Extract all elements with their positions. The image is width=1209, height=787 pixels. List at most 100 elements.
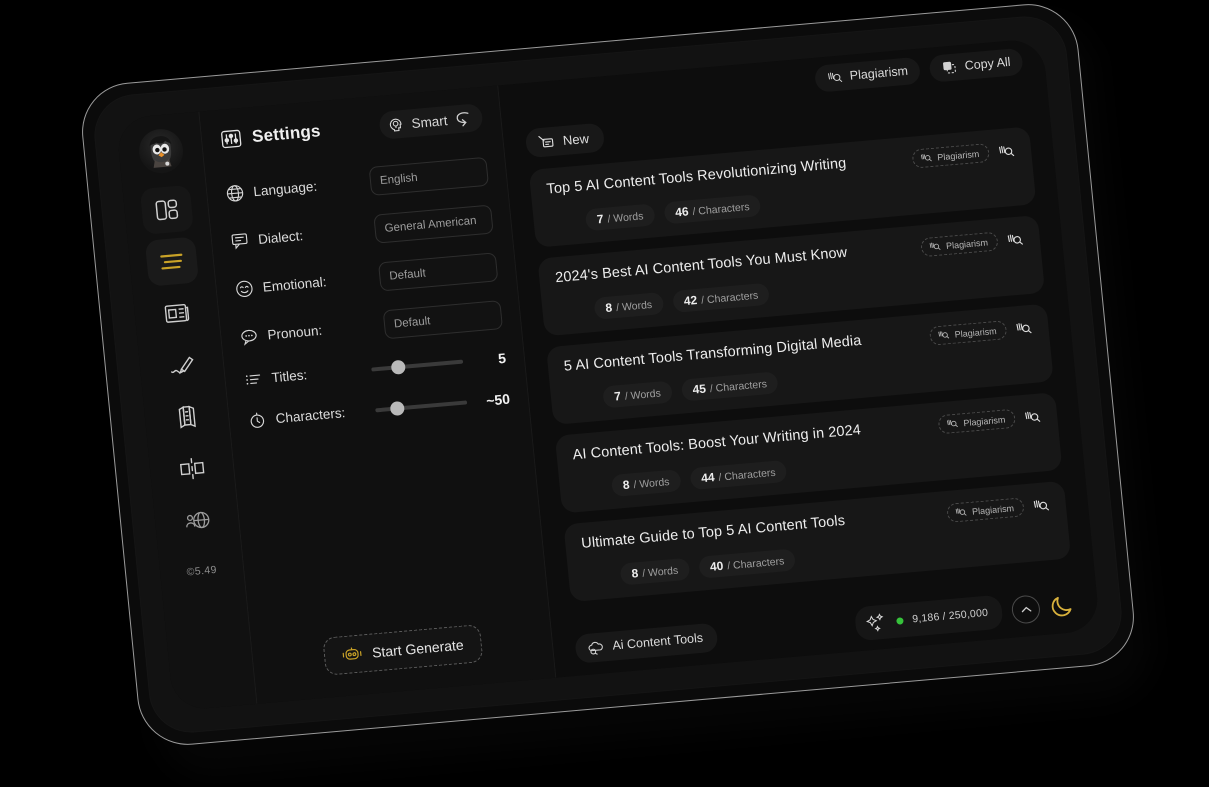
- usage-text: 9,186 / 250,000: [911, 606, 989, 626]
- sidebar-item-dashboard[interactable]: [139, 184, 194, 235]
- chevron-up-icon: [1019, 604, 1033, 615]
- smiley-icon: [234, 279, 255, 300]
- characters-chip: 45 / Characters: [680, 371, 779, 402]
- characters-chip: 44 / Characters: [689, 459, 788, 491]
- card-plagiarism-label: Plagiarism: [936, 148, 980, 162]
- setting-label-emotional: Emotional:: [262, 274, 328, 295]
- words-label: / Words: [633, 476, 671, 492]
- copy-all-button[interactable]: Copy All: [928, 47, 1024, 83]
- card-plagiarism-button[interactable]: Plagiarism: [946, 497, 1025, 523]
- card-plagiarism-label: Plagiarism: [962, 414, 1006, 428]
- dialect-input[interactable]: General American: [373, 204, 494, 244]
- sparkles-icon: [864, 611, 888, 635]
- page-title: Settings: [251, 121, 322, 147]
- characters-count: 45: [691, 381, 707, 397]
- words-label: / Words: [615, 298, 653, 315]
- clock-icon: [247, 410, 268, 431]
- setting-label-characters: Characters:: [274, 405, 346, 427]
- card-plagiarism-label: Plagiarism: [945, 236, 989, 251]
- sidebar-item-translate[interactable]: [170, 495, 224, 545]
- characters-count: 42: [683, 292, 698, 309]
- plagiarism-check-icon[interactable]: [1006, 231, 1024, 248]
- characters-label: / Characters: [718, 466, 777, 484]
- sidebar-item-lines[interactable]: [144, 236, 199, 287]
- words-count: 7: [596, 211, 605, 227]
- characters-slider[interactable]: [375, 399, 468, 416]
- split-compare-icon: [177, 455, 207, 481]
- card-plagiarism-button[interactable]: Plagiarism: [911, 142, 991, 169]
- words-label: / Words: [606, 210, 644, 226]
- screenshot-stage: ©5.49 Settings Smart Language: English D…: [0, 0, 1209, 787]
- plagiarism-icon: [826, 69, 843, 85]
- setting-row-language: Language: English: [224, 156, 490, 209]
- sidebar-item-articles[interactable]: [149, 288, 203, 338]
- emotional-input[interactable]: Default: [377, 252, 499, 292]
- titles-slider-knob[interactable]: [390, 359, 407, 375]
- plagiarism-button[interactable]: Plagiarism: [813, 56, 922, 93]
- plagiarism-label: Plagiarism: [849, 63, 909, 83]
- tab-new[interactable]: New: [524, 122, 606, 159]
- plagiarism-check-icon[interactable]: [1032, 497, 1050, 514]
- card-plagiarism-button[interactable]: Plagiarism: [920, 231, 999, 258]
- plagiarism-check-icon[interactable]: [1023, 408, 1041, 425]
- pronoun-input[interactable]: Default: [382, 300, 504, 340]
- main-content: Plagiarism Copy All New Top 5 AI Content…: [498, 37, 1101, 678]
- plagiarism-check-icon[interactable]: [997, 142, 1015, 159]
- card-plagiarism-button[interactable]: Plagiarism: [937, 408, 1017, 435]
- setting-row-characters: Characters: ~50: [247, 389, 511, 431]
- card-plagiarism-button[interactable]: Plagiarism: [928, 320, 1008, 346]
- setting-label-language: Language:: [252, 178, 318, 200]
- characters-label: / Characters: [691, 201, 751, 218]
- setting-row-emotional: Emotional: Default: [234, 252, 499, 304]
- card-plagiarism-label: Plagiarism: [954, 325, 998, 340]
- setting-row-dialect: Dialect: General American: [229, 204, 494, 257]
- language-input[interactable]: English: [368, 156, 490, 196]
- list-icon: [243, 369, 264, 390]
- globe-icon: [225, 183, 246, 204]
- collapse-button[interactable]: [1010, 594, 1042, 625]
- settings-spacer: [251, 429, 532, 642]
- moon-icon: [1049, 592, 1077, 620]
- characters-count: 40: [709, 558, 724, 574]
- result-actions: Plagiarism: [920, 229, 1024, 258]
- words-chip: 7 / Words: [602, 380, 673, 409]
- sidebar-item-layers[interactable]: [159, 392, 213, 442]
- setting-label-dialect: Dialect:: [257, 228, 304, 247]
- theme-toggle-button[interactable]: [1049, 592, 1077, 620]
- lines-icon: [156, 249, 186, 273]
- cloud-tools-icon: [586, 639, 605, 655]
- setting-label-pronoun: Pronoun:: [266, 322, 323, 343]
- plagiarism-icon: [955, 506, 968, 518]
- avatar[interactable]: [136, 127, 185, 175]
- plagiarism-icon: [929, 241, 942, 253]
- project-chip[interactable]: Ai Content Tools: [574, 622, 719, 664]
- curved-arrow-icon: [454, 110, 472, 126]
- characters-label: / Characters: [726, 555, 785, 573]
- sidebar-item-compare[interactable]: [165, 444, 219, 494]
- results-list: Top 5 AI Content Tools Revolutionizing W…: [506, 120, 1095, 627]
- titles-value: 5: [497, 349, 507, 366]
- characters-slider-knob[interactable]: [389, 400, 405, 416]
- setting-row-pronoun: Pronoun: Default: [238, 300, 504, 352]
- characters-label: / Characters: [700, 289, 759, 307]
- characters-chip: 46 / Characters: [663, 194, 762, 225]
- speech-bubble-icon: [229, 231, 250, 252]
- app-version: ©5.49: [186, 563, 218, 579]
- smart-toggle[interactable]: Smart: [378, 103, 484, 140]
- result-actions: Plagiarism: [937, 406, 1042, 435]
- words-count: 8: [622, 477, 631, 493]
- newspaper-icon: [161, 299, 191, 327]
- titles-slider[interactable]: [371, 359, 464, 375]
- device-frame: ©5.49 Settings Smart Language: English D…: [77, 0, 1139, 749]
- sidebar-item-write[interactable]: [154, 340, 208, 390]
- tablet-device: ©5.49 Settings Smart Language: English D…: [77, 0, 1156, 782]
- avatar-penguin-icon: [149, 136, 172, 168]
- card-plagiarism-label: Plagiarism: [971, 502, 1015, 517]
- result-actions: Plagiarism: [928, 318, 1033, 346]
- characters-count: 44: [700, 470, 716, 486]
- result-actions: Plagiarism: [946, 495, 1050, 523]
- plagiarism-icon: [937, 329, 950, 341]
- words-chip: 7 / Words: [584, 203, 656, 232]
- plagiarism-check-icon[interactable]: [1015, 319, 1033, 336]
- tab-new-label: New: [562, 130, 590, 149]
